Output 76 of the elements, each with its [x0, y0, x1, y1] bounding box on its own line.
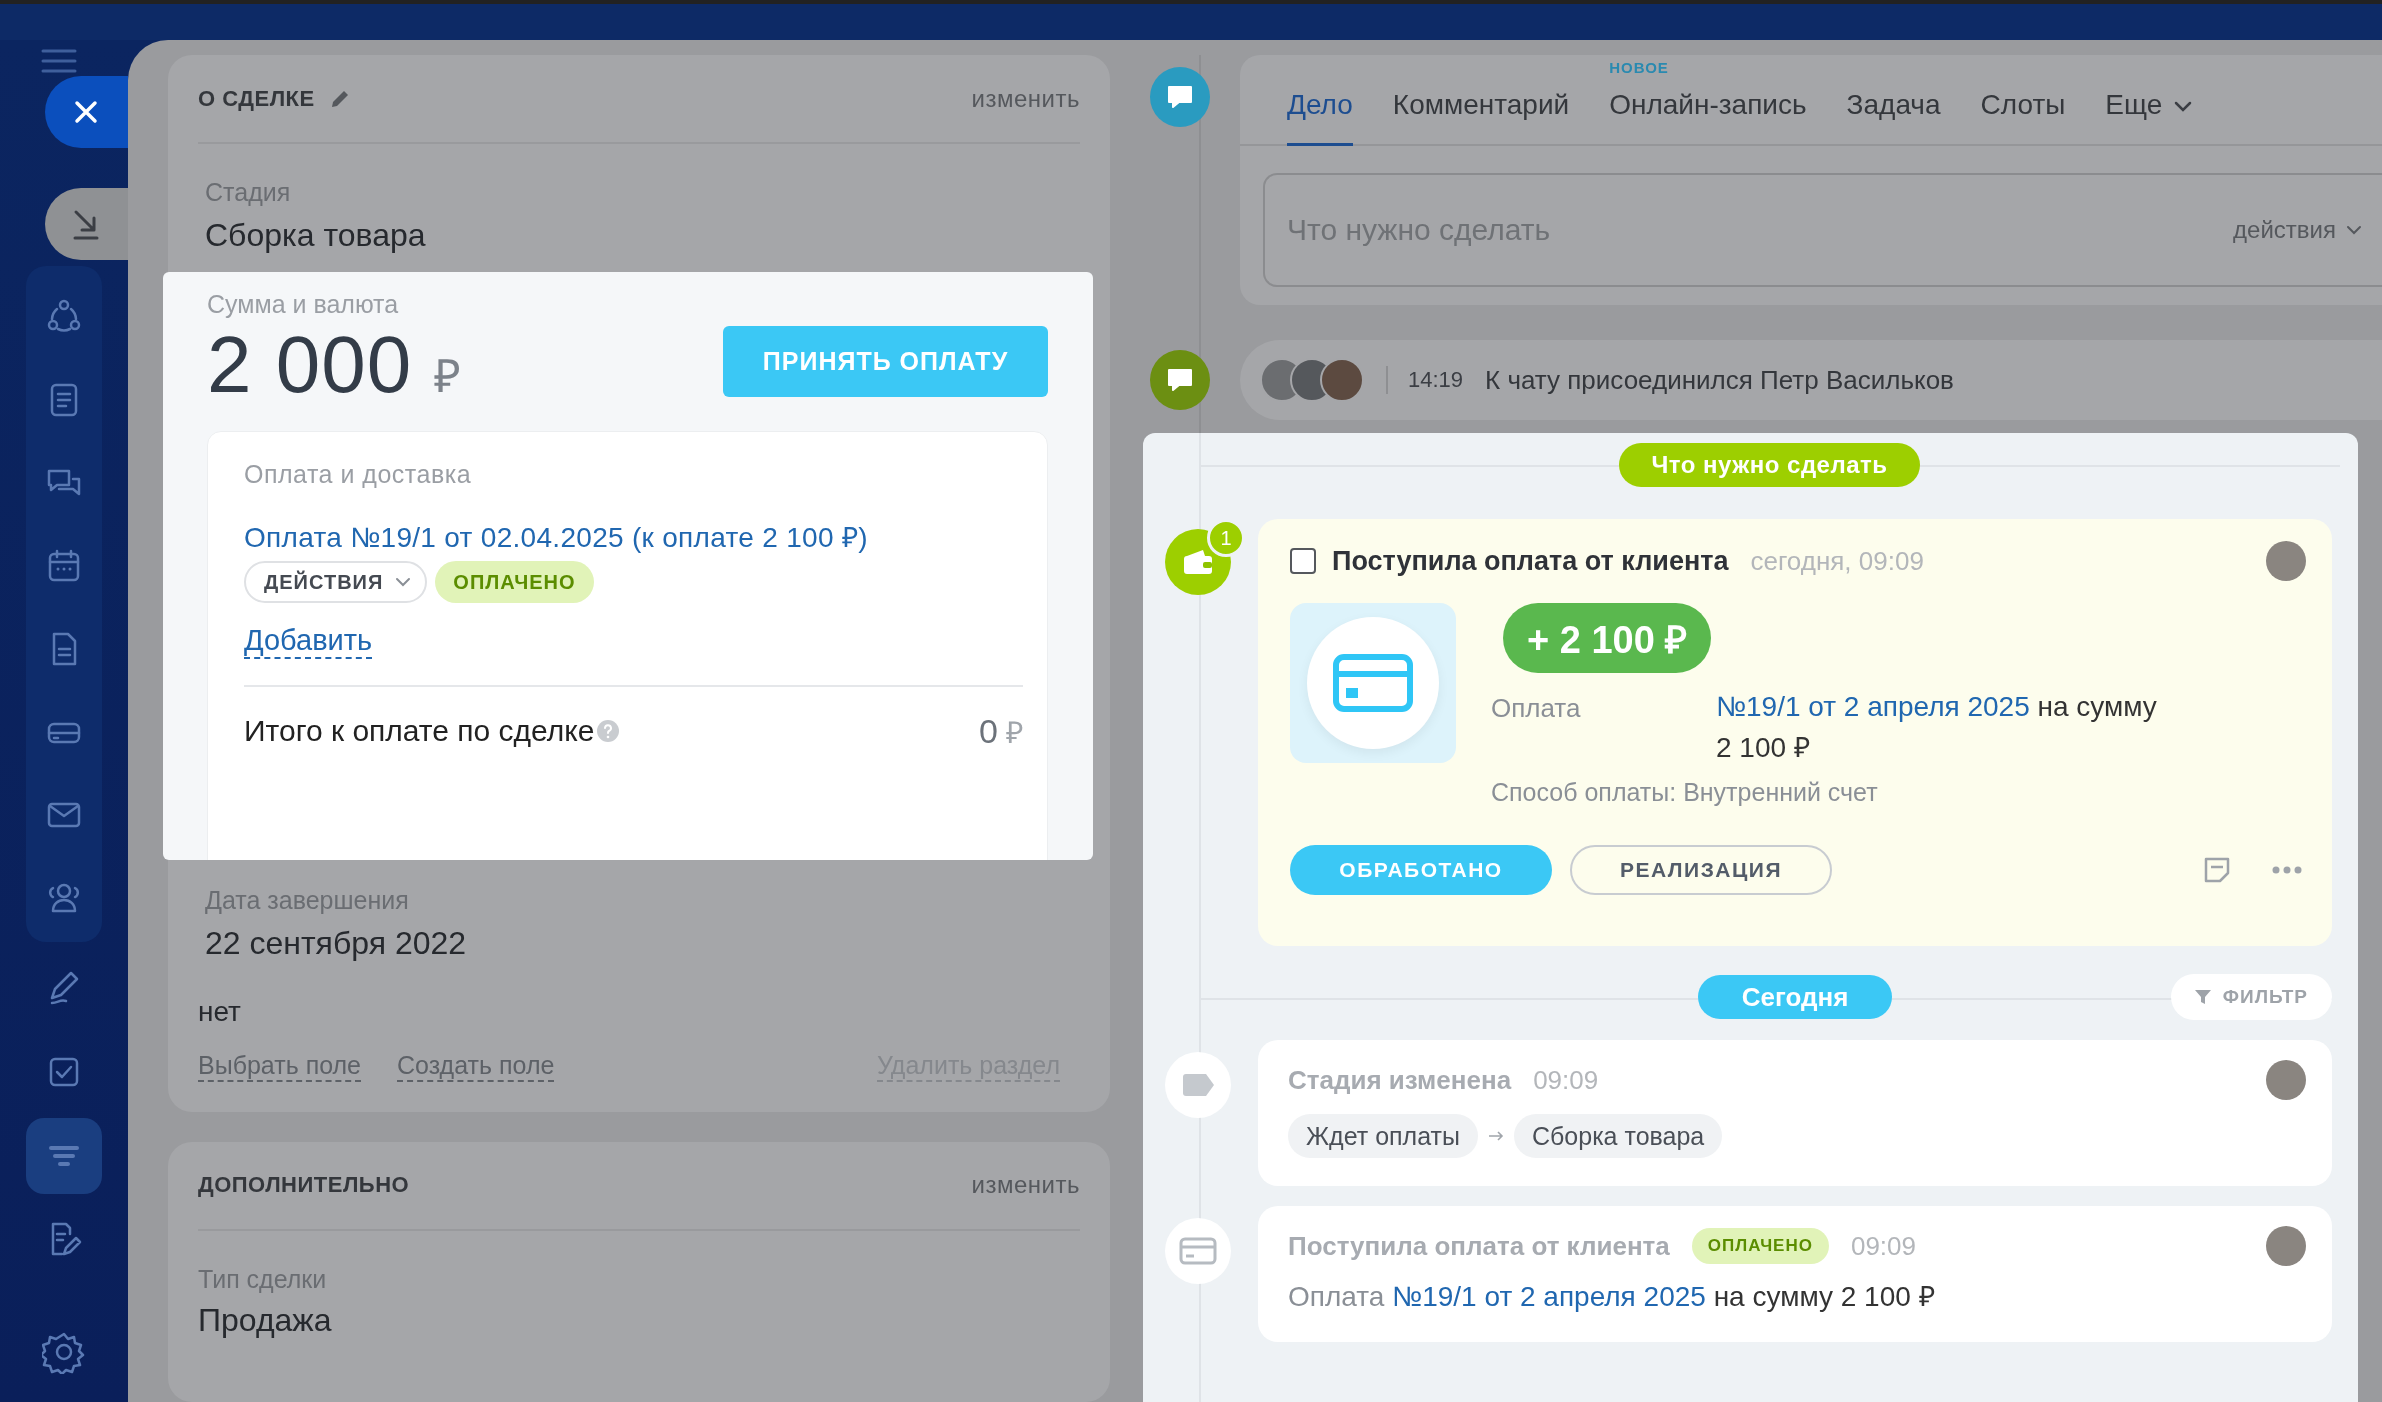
settings-icon: [42, 1330, 86, 1374]
avatar: [2266, 1060, 2306, 1100]
section-subtitle: Оплата и доставка: [244, 460, 473, 489]
field-label: Стадия: [205, 178, 292, 207]
tab[interactable]: Еще: [2105, 89, 2193, 146]
field-label: Сумма и валюта: [207, 290, 400, 319]
add-link[interactable]: Добавить: [244, 625, 373, 659]
menu-icon: [41, 48, 77, 74]
section-title: О СДЕЛКЕ: [198, 85, 315, 112]
avatar: [2266, 1226, 2306, 1266]
today-header-pill: Сегодня: [1697, 975, 1893, 1019]
payment-description: Оплата №19/1 от 2 апреля 2025 на сумму 2 100 ₽: [1288, 1280, 1936, 1314]
actions-dropdown[interactable]: ДЕЙСТВИЯ: [244, 561, 428, 603]
close-button[interactable]: [45, 76, 128, 148]
chevron-down-icon: [2346, 225, 2362, 235]
tab[interactable]: Комментарий: [1392, 89, 1570, 146]
comment-icon: [1167, 85, 1193, 109]
event-time: 09:09: [1850, 1230, 1916, 1262]
chat-icon: [1167, 368, 1193, 392]
field-label: Дата завершения: [205, 886, 410, 915]
edit-link[interactable]: изменить: [971, 84, 1080, 113]
close-icon: [72, 99, 99, 125]
todo-header-pill: Что нужно сделать: [1619, 443, 1920, 487]
new-label: НОВОЕ: [1609, 59, 1669, 76]
todo-title: Поступила оплата от клиента: [1332, 545, 1729, 577]
field-label: Оплата: [1491, 692, 1582, 725]
sidebar-item[interactable]: [26, 1118, 102, 1194]
status-badge: ОПЛАЧЕНО: [435, 561, 594, 603]
avatar: [2266, 541, 2306, 581]
payment-description: №19/1 от 2 апреля 2025 на сумму 2 100 ₽: [1716, 690, 2157, 765]
event-title: Стадия изменена: [1288, 1064, 1512, 1096]
more-icon: [2272, 866, 2302, 875]
field-value: Сборка товара: [205, 217, 427, 254]
currency-sign: ₽: [1006, 714, 1023, 751]
arrow-right-icon: [1487, 1131, 1504, 1141]
field-link[interactable]: Создать поле: [397, 1052, 555, 1082]
secondary-button[interactable]: РЕАЛИЗАЦИЯ: [1570, 845, 1832, 896]
total-label: Итого к оплате по сделке: [244, 714, 595, 749]
currency-sign: ₽: [434, 349, 462, 404]
minimize-button[interactable]: [45, 188, 128, 260]
payment-link[interactable]: №19/1 от 2 апреля 2025: [1392, 1281, 1706, 1312]
total-value: 0: [979, 711, 998, 751]
filter-button[interactable]: ФИЛЬТР: [2170, 974, 2332, 1020]
stage-chip: Ждет оплаты: [1288, 1114, 1478, 1158]
amount-value: 2 000: [207, 319, 413, 411]
chevron-down-icon: [395, 577, 412, 587]
payment-link[interactable]: Оплата №19/1 от 02.04.2025 (к оплате 2 100 ₽): [244, 517, 1023, 555]
field-label: Тип сделки: [198, 1264, 328, 1294]
field-link[interactable]: Выбрать поле: [198, 1052, 362, 1082]
chevron-down-icon: [2174, 101, 2193, 113]
status-badge: ОПЛАЧЕНО: [1691, 1228, 1829, 1264]
section-title: ДОПОЛНИТЕЛЬНО: [198, 1172, 410, 1198]
checkbox[interactable]: [1290, 548, 1316, 574]
tab[interactable]: Дело: [1287, 89, 1353, 146]
tab[interactable]: Задача: [1846, 89, 1941, 146]
card-icon: [1179, 1237, 1217, 1265]
event-time: 14:19: [1408, 367, 1464, 393]
todo-time: сегодня, 09:09: [1750, 545, 1924, 577]
event-text: К чату присоединился Петр Васильков: [1485, 364, 1954, 396]
counter-badge: 1: [1207, 519, 1245, 557]
actions-dropdown[interactable]: действия: [2233, 216, 2382, 244]
event-time: 09:09: [1533, 1064, 1599, 1096]
event-title: Поступила оплата от клиента: [1288, 1230, 1670, 1262]
field-value: 22 сентября 2022: [205, 925, 468, 962]
field-value: нет: [198, 996, 242, 1028]
tab[interactable]: Слоты: [1980, 89, 2066, 146]
wallet-icon: [1181, 548, 1215, 576]
tag-icon: [1181, 1073, 1215, 1097]
help-icon: [596, 719, 621, 744]
payment-method: Способ оплаты: Внутренний счет: [1491, 778, 1878, 808]
edit-link[interactable]: изменить: [971, 1171, 1080, 1199]
filter-icon: [2192, 987, 2213, 1007]
payment-link[interactable]: №19/1 от 2 апреля 2025: [1716, 691, 2030, 722]
amount-bubble: + 2 100 ₽: [1503, 603, 1712, 673]
stage-chip: Сборка товара: [1513, 1114, 1723, 1158]
field-value: Продажа: [198, 1301, 333, 1339]
